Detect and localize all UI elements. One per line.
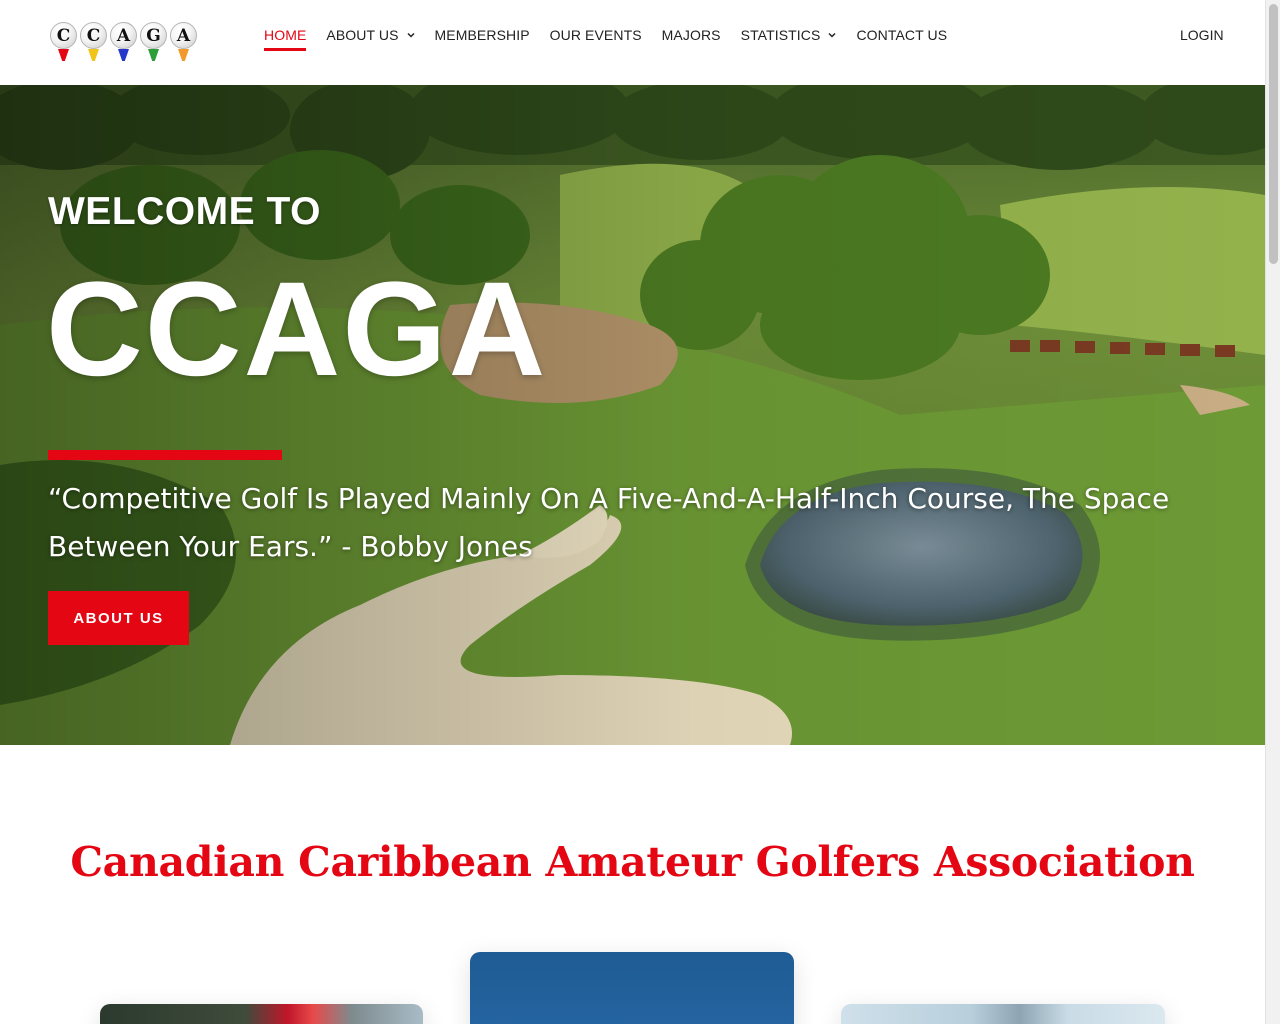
chevron-down-icon <box>828 32 836 38</box>
nav-item-label: HOME <box>264 27 307 43</box>
nav-item-label: MAJORS <box>661 27 721 43</box>
golf-course-image <box>0 85 1265 745</box>
logo-ball: G <box>140 22 167 62</box>
nav-item-home[interactable]: HOME <box>264 21 307 51</box>
nav-item-our-events[interactable]: OUR EVENTS <box>550 21 642 49</box>
hero-quote: “Competitive Golf Is Played Mainly On A … <box>48 482 1170 563</box>
nav-item-label: MEMBERSHIP <box>434 27 530 43</box>
nav-item-about-us[interactable]: ABOUT US <box>326 21 415 49</box>
site-header: C C A G A HOME ABOUT US MEMBERSHIP OUR E… <box>0 0 1265 85</box>
section-title: Canadian Caribbean Amateur Golfers Assoc… <box>70 838 1195 886</box>
logo-ball: C <box>50 22 77 62</box>
nav-item-membership[interactable]: MEMBERSHIP <box>435 21 530 49</box>
logo-ball: C <box>80 22 107 62</box>
nav-item-majors[interactable]: MAJORS <box>662 21 721 49</box>
nav-item-label: OUR EVENTS <box>549 27 642 43</box>
page-scrollbar[interactable] <box>1265 0 1280 1024</box>
logo-ball: A <box>170 22 197 62</box>
feature-card[interactable] <box>100 1004 423 1024</box>
hero-brand-title: CCAGA <box>46 255 548 404</box>
nav-item-label: STATISTICS <box>740 27 821 43</box>
scrollbar-thumb[interactable] <box>1269 4 1278 264</box>
about-us-button[interactable]: ABOUT US <box>48 591 189 645</box>
hero-divider <box>48 450 282 460</box>
hero-welcome-text: WELCOME TO <box>48 190 321 233</box>
hero-banner: WELCOME TO CCAGA “Competitive Golf Is Pl… <box>0 85 1265 745</box>
chevron-down-icon <box>407 32 415 38</box>
main-nav: HOME ABOUT US MEMBERSHIP OUR EVENTS MAJO… <box>264 0 967 70</box>
nav-item-contact-us[interactable]: CONTACT US <box>856 21 947 49</box>
feature-card[interactable] <box>841 1004 1165 1024</box>
ccaga-logo[interactable]: C C A G A <box>50 22 197 62</box>
nav-item-label: ABOUT US <box>326 27 399 43</box>
feature-card[interactable] <box>470 952 794 1024</box>
logo-ball: A <box>110 22 137 62</box>
nav-item-label: CONTACT US <box>856 27 948 43</box>
nav-item-statistics[interactable]: STATISTICS <box>741 21 837 49</box>
login-link[interactable]: LOGIN <box>1180 21 1224 49</box>
